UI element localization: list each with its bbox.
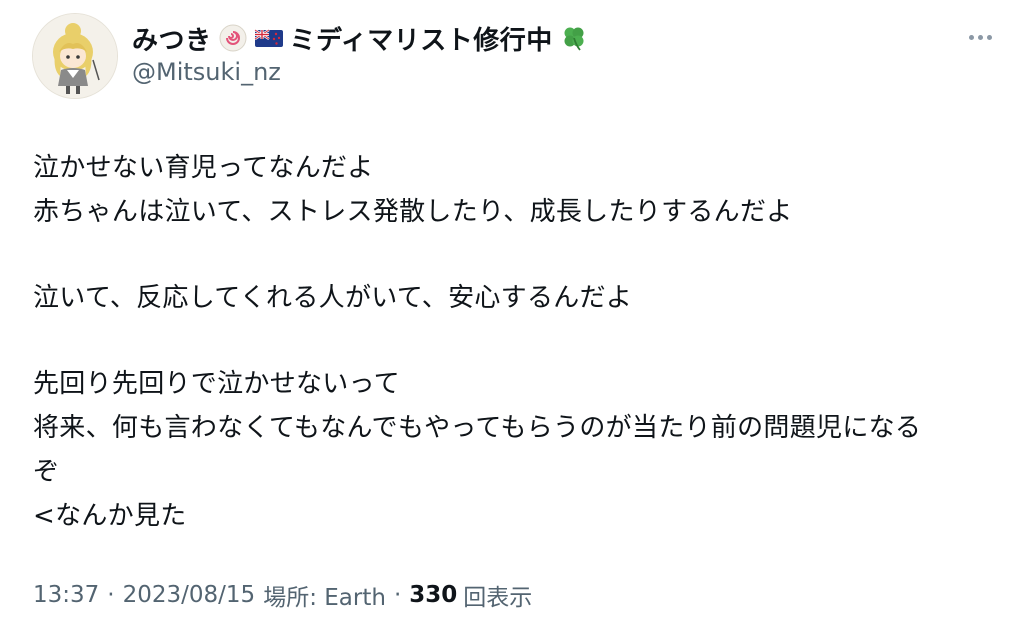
dot	[977, 34, 983, 40]
naruto-icon	[218, 23, 248, 53]
tweet-metadata: 13:37 · 2023/08/15 場所: Earth · 330 回表示	[33, 575, 532, 615]
more-options-icon[interactable]	[962, 22, 998, 52]
avatar[interactable]	[32, 13, 118, 99]
author-name-row[interactable]: みつき ミディマリスト修行中	[132, 18, 589, 58]
tweet-time[interactable]: 13:37	[33, 582, 99, 608]
separator: ·	[393, 582, 402, 608]
tweet-card: みつき ミディマリスト修行中 @Mitsuki_nz 泣かせない育児ってなんだよ…	[0, 0, 1024, 632]
views-label: 回表示	[463, 585, 533, 611]
tweet-line: ぞ	[33, 457, 60, 487]
tweet-location: 場所: Earth	[263, 585, 386, 611]
tweet-text: 泣かせない育児ってなんだよ 赤ちゃんは泣いて、ストレス発散したり、成長したりする…	[33, 146, 1003, 538]
separator: ·	[107, 582, 115, 608]
avatar-illustration	[33, 14, 117, 98]
author-handle[interactable]: @Mitsuki_nz	[132, 58, 281, 86]
tweet-line: 赤ちゃんは泣いて、ストレス発散したり、成長したりするんだよ	[33, 197, 793, 227]
tweet-line: <なんか見た	[33, 501, 187, 531]
tweet-line: 先回り先回りで泣かせないって	[33, 369, 400, 399]
tweet-date[interactable]: 2023/08/15	[123, 582, 256, 608]
dot	[968, 34, 974, 40]
four-leaf-clover-icon	[559, 23, 589, 53]
display-name-suffix[interactable]: ミディマリスト修行中	[290, 20, 553, 57]
views-count[interactable]: 330	[409, 582, 457, 608]
tweet-line: 泣いて、反応してくれる人がいて、安心するんだよ	[33, 283, 633, 313]
nz-flag-icon	[253, 23, 284, 53]
dot	[986, 34, 992, 40]
display-name[interactable]: みつき	[132, 20, 212, 57]
tweet-line: 将来、何も言わなくてもなんでもやってもらうのが当たり前の問題児になる	[33, 413, 922, 443]
tweet-line: 泣かせない育児ってなんだよ	[33, 153, 374, 183]
